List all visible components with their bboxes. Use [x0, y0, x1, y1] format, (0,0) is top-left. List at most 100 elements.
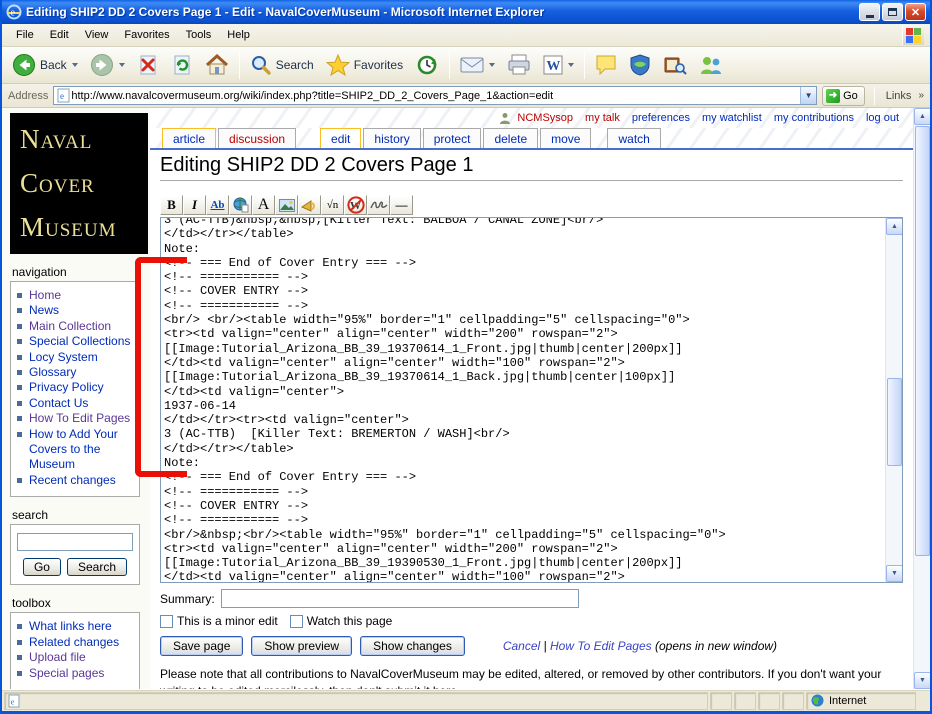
- nav-item: Locy System: [17, 350, 135, 365]
- tab-move[interactable]: move: [540, 128, 592, 148]
- editor-scroll-thumb[interactable]: [887, 378, 902, 466]
- print-button[interactable]: [501, 49, 537, 81]
- page-scroll-thumb[interactable]: [915, 126, 930, 556]
- tab-discussion[interactable]: discussion: [218, 128, 297, 148]
- editor-scroll-down-icon[interactable]: ▼: [886, 565, 902, 582]
- tab-watch[interactable]: watch: [607, 128, 661, 148]
- menu-favorites[interactable]: Favorites: [116, 26, 177, 44]
- cancel-link[interactable]: Cancel: [503, 639, 540, 653]
- research-button[interactable]: [657, 49, 693, 81]
- status-cell: [782, 691, 804, 710]
- back-button[interactable]: Back: [6, 49, 84, 81]
- nav-special-collections-link[interactable]: Special Collections: [29, 334, 130, 348]
- toolbox-related-changes-link[interactable]: Related changes: [29, 635, 119, 649]
- stop-button[interactable]: [131, 49, 165, 81]
- mail-button[interactable]: [454, 49, 501, 81]
- watch-page-checkbox[interactable]: [289, 614, 303, 628]
- external-link-button[interactable]: [229, 195, 252, 215]
- nav-main-collection-link[interactable]: Main Collection: [29, 319, 111, 333]
- horizontal-line-button[interactable]: —: [390, 195, 413, 215]
- messenger-shield-button[interactable]: [623, 49, 657, 81]
- menu-edit[interactable]: Edit: [42, 26, 77, 44]
- minor-edit-checkbox[interactable]: [160, 614, 173, 628]
- personal-username-link[interactable]: NCMSysop: [517, 112, 573, 124]
- menu-tools[interactable]: Tools: [178, 26, 220, 44]
- summary-label: Summary:: [160, 591, 215, 606]
- go-button[interactable]: ➜ Go: [822, 85, 865, 106]
- signature-button[interactable]: [367, 195, 390, 215]
- wikitext-editor[interactable]: 3 (AC-TTB)&nbsp;&nbsp;[Killer Text: BALB…: [160, 217, 903, 583]
- toolbox-special-pages-link[interactable]: Special pages: [29, 666, 104, 680]
- personal-mytalk-link[interactable]: my talk: [585, 112, 620, 124]
- nav-glossary-link[interactable]: Glossary: [29, 365, 76, 379]
- embed-image-button[interactable]: [275, 195, 298, 215]
- search-search-button[interactable]: Search: [66, 558, 128, 577]
- editor-scroll-up-icon[interactable]: ▲: [886, 218, 902, 235]
- nav-locy-system-link[interactable]: Locy System: [29, 350, 98, 364]
- resize-grip[interactable]: [916, 692, 928, 710]
- site-logo[interactable]: Naval Cover Museum: [10, 113, 148, 254]
- address-label: Address: [8, 89, 49, 102]
- nav-contact-us-link[interactable]: Contact Us: [29, 396, 88, 410]
- search-portlet: Go Search: [10, 524, 140, 586]
- forward-button[interactable]: [84, 49, 131, 81]
- home-button[interactable]: [199, 49, 235, 81]
- history-button[interactable]: [409, 49, 445, 81]
- editor-scrollbar[interactable]: ▲ ▼: [885, 218, 902, 582]
- search-input[interactable]: [17, 533, 133, 552]
- bold-button[interactable]: B: [160, 195, 183, 215]
- nav-privacy-policy-link[interactable]: Privacy Policy: [29, 380, 104, 394]
- media-link-button[interactable]: [298, 195, 321, 215]
- edit-with-word-button[interactable]: W: [537, 49, 580, 81]
- menu-view[interactable]: View: [77, 26, 117, 44]
- page-scrollbar[interactable]: ▲ ▼: [913, 108, 930, 689]
- personal-watchlist-link[interactable]: my watchlist: [702, 112, 762, 124]
- minimize-button[interactable]: [859, 3, 880, 21]
- nav-news-link[interactable]: News: [29, 303, 59, 317]
- summary-input[interactable]: [220, 589, 579, 608]
- personal-logout-link[interactable]: log out: [866, 112, 899, 124]
- how-to-edit-link[interactable]: How To Edit Pages: [550, 639, 652, 653]
- nav-recent-changes-link[interactable]: Recent changes: [29, 473, 116, 487]
- links-chevron-icon[interactable]: »: [918, 90, 926, 101]
- save-page-button[interactable]: Save page: [160, 636, 244, 656]
- toolbox-what-links-here-link[interactable]: What links here: [29, 619, 112, 633]
- address-input[interactable]: e http://www.navalcovermuseum.org/wiki/i…: [53, 86, 818, 105]
- toolbox-upload-file-link[interactable]: Upload file: [29, 650, 86, 664]
- personal-preferences-link[interactable]: preferences: [632, 112, 690, 124]
- nav-how-to-edit-link[interactable]: How To Edit Pages: [29, 411, 130, 425]
- address-dropdown-button[interactable]: ▼: [800, 87, 817, 104]
- links-label[interactable]: Links: [884, 90, 914, 102]
- italic-button[interactable]: I: [183, 195, 206, 215]
- page-scroll-up-icon[interactable]: ▲: [914, 108, 930, 125]
- tab-edit[interactable]: edit: [320, 128, 362, 148]
- math-button[interactable]: √n: [321, 195, 344, 215]
- favorites-button[interactable]: Favorites: [320, 49, 409, 81]
- menu-file[interactable]: File: [8, 26, 42, 44]
- close-button[interactable]: ✕: [905, 3, 926, 21]
- nowiki-button[interactable]: W: [344, 195, 367, 215]
- toolbox-item: Special pages: [17, 666, 135, 681]
- content-area: Editing SHIP2 DD 2 Covers Page 1 B I Ab …: [150, 150, 913, 689]
- internal-link-button[interactable]: Ab: [206, 195, 229, 215]
- tab-delete[interactable]: delete: [483, 128, 539, 148]
- headline-button[interactable]: A: [252, 195, 275, 215]
- tab-article[interactable]: article: [162, 128, 217, 148]
- show-preview-button[interactable]: Show preview: [251, 636, 353, 656]
- page-scroll-down-icon[interactable]: ▼: [914, 672, 930, 689]
- messenger-button[interactable]: [693, 49, 729, 81]
- menu-help[interactable]: Help: [219, 26, 258, 44]
- tab-history[interactable]: history: [363, 128, 421, 148]
- personal-contributions-link[interactable]: my contributions: [774, 112, 854, 124]
- wikitext-content[interactable]: 3 (AC-TTB)&nbsp;&nbsp;[Killer Text: BALB…: [161, 218, 902, 582]
- navigation-title: navigation: [12, 265, 67, 279]
- refresh-button[interactable]: [165, 49, 199, 81]
- search-go-button[interactable]: Go: [22, 558, 61, 577]
- search-button[interactable]: Search: [244, 49, 320, 81]
- restore-button[interactable]: [882, 3, 903, 21]
- discuss-button[interactable]: [589, 49, 623, 81]
- show-changes-button[interactable]: Show changes: [360, 636, 465, 656]
- nav-home-link[interactable]: Home: [29, 288, 61, 302]
- tab-protect[interactable]: protect: [422, 128, 482, 148]
- nav-add-covers-link[interactable]: How to Add Your Covers to the Museum: [29, 427, 118, 472]
